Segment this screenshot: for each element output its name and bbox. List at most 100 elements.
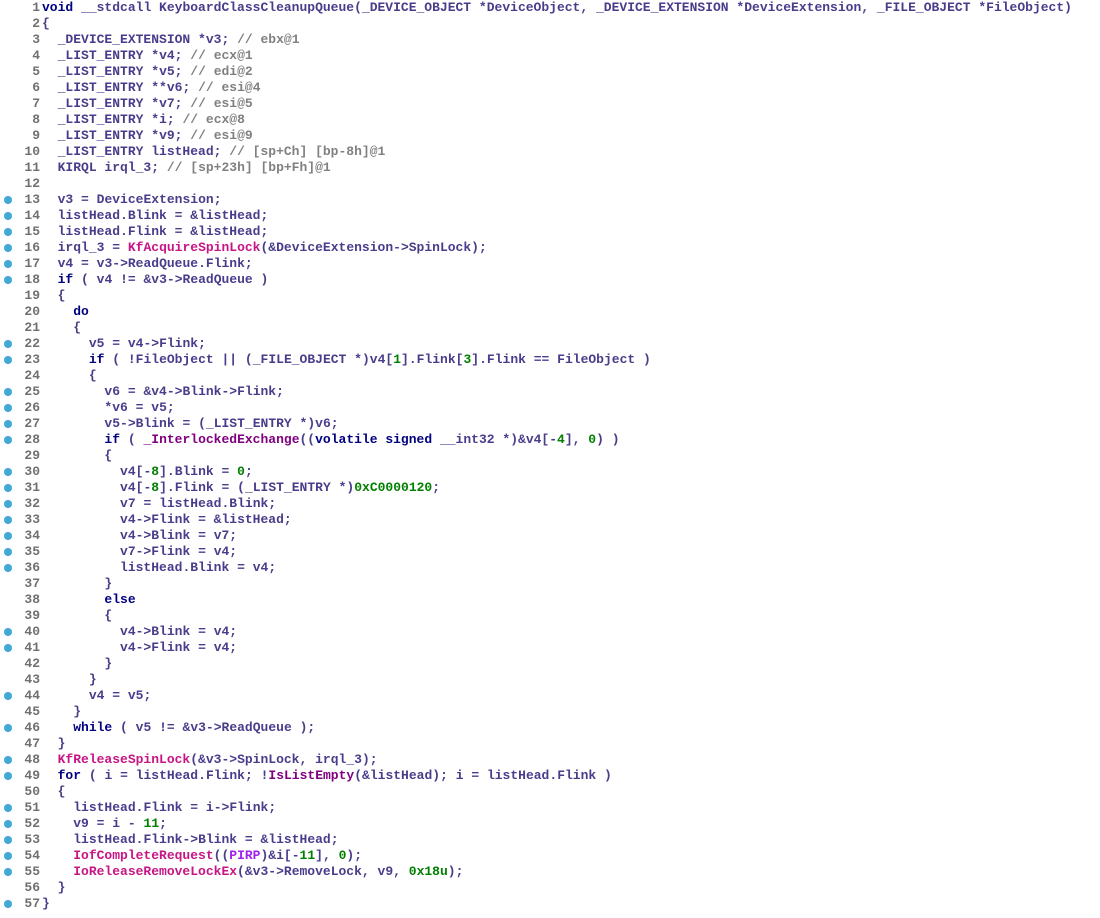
breakpoint-slot[interactable] xyxy=(0,896,16,912)
code-line[interactable]: { xyxy=(42,16,1100,32)
breakpoint-slot[interactable] xyxy=(0,400,16,416)
code-line[interactable]: { xyxy=(42,368,1100,384)
breakpoint-slot[interactable] xyxy=(0,544,16,560)
code-line[interactable]: if ( !FileObject || (_FILE_OBJECT *)v4[1… xyxy=(42,352,1100,368)
code-line[interactable]: v7->Flink = v4; xyxy=(42,544,1100,560)
code-line[interactable]: do xyxy=(42,304,1100,320)
breakpoint-slot[interactable] xyxy=(0,640,16,656)
breakpoint-slot[interactable] xyxy=(0,512,16,528)
breakpoint-slot[interactable] xyxy=(0,368,16,384)
code-line[interactable]: for ( i = listHead.Flink; !IsListEmpty(&… xyxy=(42,768,1100,784)
code-line[interactable]: v4[-8].Blink = 0; xyxy=(42,464,1100,480)
breakpoint-slot[interactable] xyxy=(0,608,16,624)
code-line[interactable]: while ( v5 != &v3->ReadQueue ); xyxy=(42,720,1100,736)
code-line[interactable]: v4->Flink = &listHead; xyxy=(42,512,1100,528)
code-line[interactable]: listHead.Blink = &listHead; xyxy=(42,208,1100,224)
code-line[interactable]: IoReleaseRemoveLockEx(&v3->RemoveLock, v… xyxy=(42,864,1100,880)
code-line[interactable]: } xyxy=(42,576,1100,592)
breakpoint-slot[interactable] xyxy=(0,848,16,864)
breakpoint-slot[interactable] xyxy=(0,464,16,480)
breakpoint-slot[interactable] xyxy=(0,816,16,832)
breakpoint-slot[interactable] xyxy=(0,144,16,160)
breakpoint-slot[interactable] xyxy=(0,224,16,240)
code-line[interactable]: listHead.Flink = &listHead; xyxy=(42,224,1100,240)
code-line[interactable]: { xyxy=(42,448,1100,464)
code-line[interactable]: v4->Blink = v7; xyxy=(42,528,1100,544)
breakpoint-slot[interactable] xyxy=(0,688,16,704)
breakpoint-slot[interactable] xyxy=(0,416,16,432)
code-line[interactable]: } xyxy=(42,656,1100,672)
code-line[interactable]: } xyxy=(42,736,1100,752)
breakpoint-slot[interactable] xyxy=(0,64,16,80)
code-line[interactable]: v6 = &v4->Blink->Flink; xyxy=(42,384,1100,400)
code-line[interactable]: { xyxy=(42,288,1100,304)
code-line[interactable]: v4 = v5; xyxy=(42,688,1100,704)
code-line[interactable]: } xyxy=(42,672,1100,688)
code-line[interactable]: } xyxy=(42,704,1100,720)
breakpoint-slot[interactable] xyxy=(0,576,16,592)
code-line[interactable]: } xyxy=(42,896,1100,912)
breakpoint-slot[interactable] xyxy=(0,384,16,400)
breakpoint-slot[interactable] xyxy=(0,240,16,256)
breakpoint-slot[interactable] xyxy=(0,496,16,512)
breakpoint-slot[interactable] xyxy=(0,352,16,368)
breakpoint-slot[interactable] xyxy=(0,752,16,768)
breakpoint-slot[interactable] xyxy=(0,800,16,816)
code-line[interactable]: _LIST_ENTRY *v4; // ecx@1 xyxy=(42,48,1100,64)
code-line[interactable]: *v6 = v5; xyxy=(42,400,1100,416)
code-line[interactable]: } xyxy=(42,880,1100,896)
breakpoint-slot[interactable] xyxy=(0,112,16,128)
code-line[interactable]: v4 = v3->ReadQueue.Flink; xyxy=(42,256,1100,272)
breakpoint-slot[interactable] xyxy=(0,448,16,464)
code-line[interactable]: _LIST_ENTRY *v7; // esi@5 xyxy=(42,96,1100,112)
breakpoint-slot[interactable] xyxy=(0,272,16,288)
code-line[interactable]: v4[-8].Flink = (_LIST_ENTRY *)0xC0000120… xyxy=(42,480,1100,496)
breakpoint-slot[interactable] xyxy=(0,832,16,848)
code-line[interactable]: if ( v4 != &v3->ReadQueue ) xyxy=(42,272,1100,288)
breakpoint-slot[interactable] xyxy=(0,720,16,736)
code-line[interactable]: _LIST_ENTRY *i; // ecx@8 xyxy=(42,112,1100,128)
code-line[interactable]: v3 = DeviceExtension; xyxy=(42,192,1100,208)
breakpoint-slot[interactable] xyxy=(0,480,16,496)
breakpoint-slot[interactable] xyxy=(0,160,16,176)
code-line[interactable]: listHead.Blink = v4; xyxy=(42,560,1100,576)
code-line[interactable]: else xyxy=(42,592,1100,608)
breakpoint-slot[interactable] xyxy=(0,624,16,640)
code-line[interactable]: void __stdcall KeyboardClassCleanupQueue… xyxy=(42,0,1100,16)
code-line[interactable]: KfReleaseSpinLock(&v3->SpinLock, irql_3)… xyxy=(42,752,1100,768)
breakpoint-slot[interactable] xyxy=(0,704,16,720)
breakpoint-gutter[interactable] xyxy=(0,0,16,912)
code-line[interactable] xyxy=(42,176,1100,192)
code-line[interactable]: v5->Blink = (_LIST_ENTRY *)v6; xyxy=(42,416,1100,432)
breakpoint-slot[interactable] xyxy=(0,288,16,304)
breakpoint-slot[interactable] xyxy=(0,880,16,896)
breakpoint-slot[interactable] xyxy=(0,96,16,112)
breakpoint-slot[interactable] xyxy=(0,672,16,688)
breakpoint-slot[interactable] xyxy=(0,736,16,752)
breakpoint-slot[interactable] xyxy=(0,48,16,64)
breakpoint-slot[interactable] xyxy=(0,32,16,48)
breakpoint-slot[interactable] xyxy=(0,80,16,96)
code-line[interactable]: v4->Blink = v4; xyxy=(42,624,1100,640)
breakpoint-slot[interactable] xyxy=(0,304,16,320)
breakpoint-slot[interactable] xyxy=(0,656,16,672)
breakpoint-slot[interactable] xyxy=(0,768,16,784)
breakpoint-slot[interactable] xyxy=(0,256,16,272)
breakpoint-slot[interactable] xyxy=(0,528,16,544)
breakpoint-slot[interactable] xyxy=(0,560,16,576)
code-line[interactable]: irql_3 = KfAcquireSpinLock(&DeviceExtens… xyxy=(42,240,1100,256)
code-line[interactable]: _LIST_ENTRY *v9; // esi@9 xyxy=(42,128,1100,144)
code-line[interactable]: v4->Flink = v4; xyxy=(42,640,1100,656)
code-line[interactable]: listHead.Flink->Blink = &listHead; xyxy=(42,832,1100,848)
breakpoint-slot[interactable] xyxy=(0,592,16,608)
code-area[interactable]: void __stdcall KeyboardClassCleanupQueue… xyxy=(42,0,1100,912)
code-line[interactable]: v9 = i - 11; xyxy=(42,816,1100,832)
breakpoint-slot[interactable] xyxy=(0,128,16,144)
code-line[interactable]: _LIST_ENTRY listHead; // [sp+Ch] [bp-8h]… xyxy=(42,144,1100,160)
code-line[interactable]: v7 = listHead.Blink; xyxy=(42,496,1100,512)
breakpoint-slot[interactable] xyxy=(0,176,16,192)
code-line[interactable]: _LIST_ENTRY **v6; // esi@4 xyxy=(42,80,1100,96)
breakpoint-slot[interactable] xyxy=(0,192,16,208)
breakpoint-slot[interactable] xyxy=(0,320,16,336)
code-line[interactable]: { xyxy=(42,608,1100,624)
